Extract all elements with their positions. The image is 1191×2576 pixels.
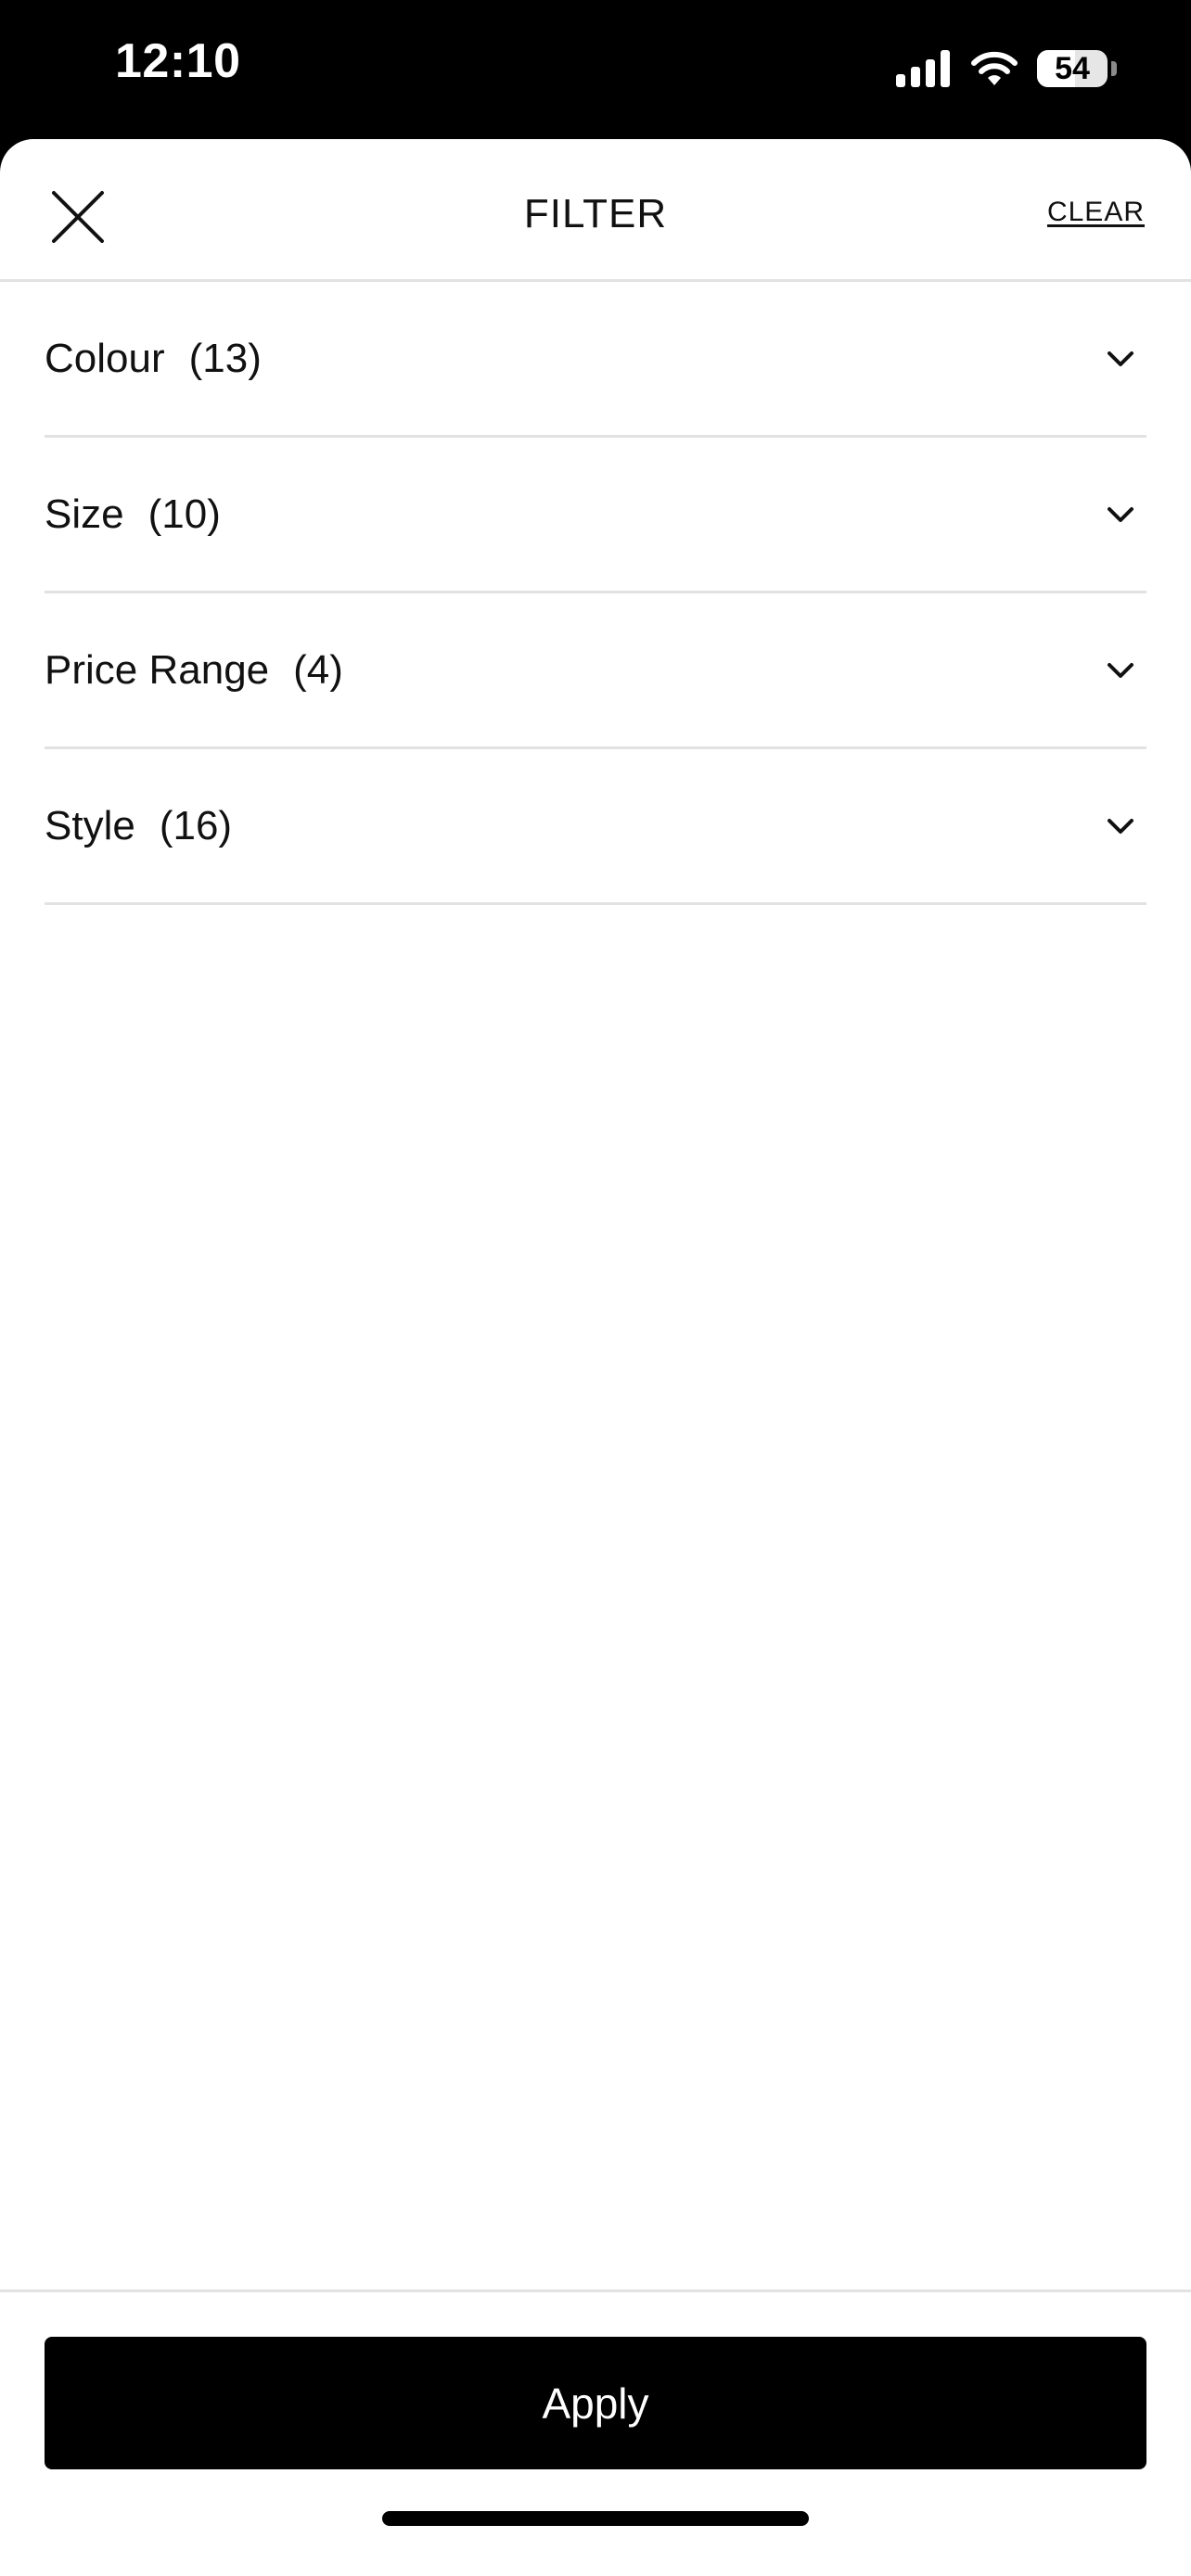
filter-row-style[interactable]: Style (16) [45,749,1146,905]
filter-label: Price Range (4) [45,647,343,694]
chevron-down-icon [1102,808,1139,845]
filter-header: FILTER CLEAR [0,139,1191,282]
filter-sheet: FILTER CLEAR Colour (13) Size (10) Price R… [0,139,1191,2576]
filter-footer: Apply [0,2289,1191,2576]
chevron-down-icon [1102,340,1139,377]
battery-tip [1111,61,1117,76]
page-title: FILTER [523,191,668,236]
home-indicator [382,2511,809,2526]
filter-count: (16) [159,802,233,848]
filter-label: Size (10) [45,491,221,538]
filter-list: Colour (13) Size (10) Price Range (4) Style… [0,282,1191,905]
filter-name: Style [45,802,135,848]
status-icons: 54 [896,45,1117,93]
apply-button[interactable]: Apply [45,2337,1146,2469]
filter-count: (10) [147,491,221,537]
filter-row-price-range[interactable]: Price Range (4) [45,593,1146,749]
battery-icon: 54 [1037,50,1108,87]
filter-label: Style (16) [45,803,232,849]
filter-count: (13) [188,335,262,381]
filter-count: (4) [293,646,343,693]
battery-level: 54 [1055,50,1090,86]
filter-name: Colour [45,335,165,381]
status-bar: 12:10 54 [0,0,1191,139]
chevron-down-icon [1102,652,1139,689]
signal-icon [896,50,950,87]
chevron-down-icon [1102,496,1139,533]
filter-label: Colour (13) [45,336,262,382]
status-time: 12:10 [115,34,241,88]
filter-row-colour[interactable]: Colour (13) [45,282,1146,438]
filter-row-size[interactable]: Size (10) [45,438,1146,593]
filter-name: Size [45,491,124,537]
wifi-icon [971,51,1018,85]
clear-button[interactable]: CLEAR [1047,197,1145,228]
filter-name: Price Range [45,646,270,693]
